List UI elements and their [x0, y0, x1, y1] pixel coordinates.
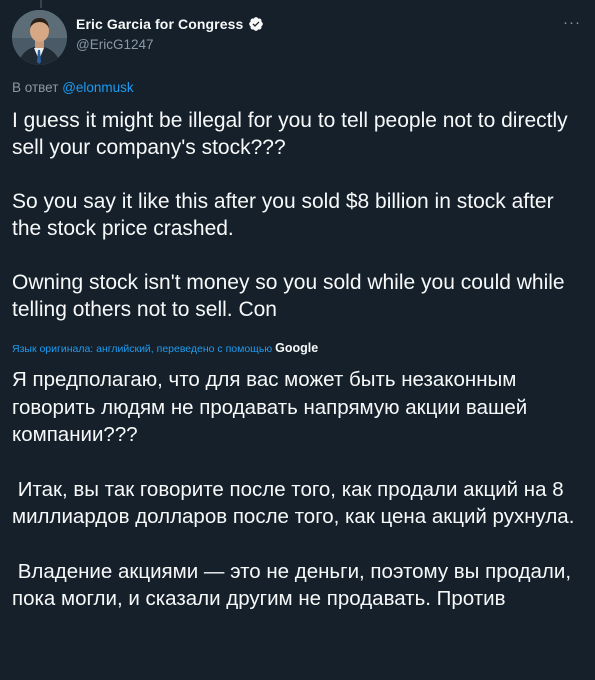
tweet-paragraph: I guess it might be illegal for you to t… — [12, 109, 568, 159]
reply-context: В ответ @elonmusk — [12, 80, 134, 95]
translated-paragraph: Я предполагаю, что для вас может быть не… — [12, 368, 528, 446]
tweet-paragraph: Owning stock isn't money so you sold whi… — [12, 271, 565, 321]
tweet-paragraph: So you say it like this after you sold $… — [12, 190, 554, 240]
author-info: Eric Garcia for Congress @EricG1247 — [76, 14, 264, 52]
reply-mention-link[interactable]: @elonmusk — [62, 80, 133, 95]
thread-connector-line — [40, 0, 42, 8]
translated-paragraph: Владение акциями — это не деньги, поэтом… — [12, 559, 577, 611]
author-handle[interactable]: @EricG1247 — [76, 37, 264, 52]
avatar[interactable] — [12, 10, 67, 65]
tweet-text: I guess it might be illegal for you to t… — [12, 107, 587, 323]
google-logo: Google — [275, 341, 319, 355]
translation-note[interactable]: Язык оригинала: английский, переведено с… — [12, 341, 318, 355]
translation-note-text: Язык оригинала: английский, переведено с… — [12, 343, 273, 355]
author-display-name[interactable]: Eric Garcia for Congress — [76, 16, 243, 32]
tweet-header: Eric Garcia for Congress @EricG1247 ··· — [12, 10, 583, 66]
translated-paragraph: Итак, вы так говорите после того, как пр… — [12, 477, 575, 529]
reply-prefix: В ответ — [12, 80, 59, 95]
verified-badge-icon — [248, 16, 264, 32]
more-options-icon[interactable]: ··· — [563, 15, 581, 30]
translated-text: Я предполагаю, что для вас может быть не… — [12, 366, 587, 613]
